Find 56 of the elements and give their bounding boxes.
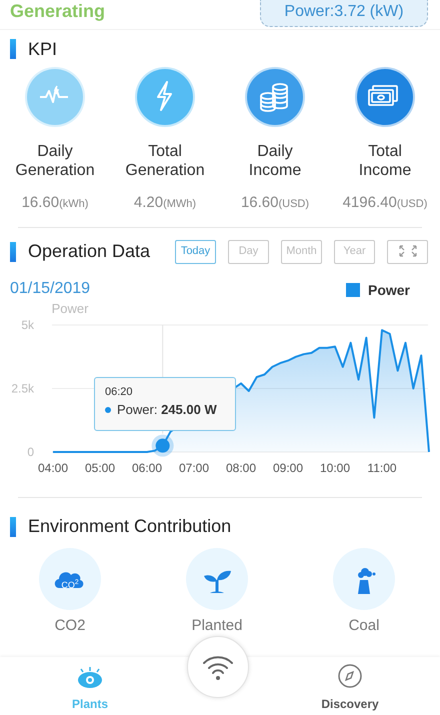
y-tick-label: 2.5k: [11, 381, 34, 395]
period-tab[interactable]: Year: [334, 240, 375, 264]
kpi-value: 4.20(MWh): [134, 193, 196, 213]
section-title: KPI: [28, 38, 58, 60]
status-text: Generating: [10, 0, 106, 22]
nav-tab[interactable]: Plants: [40, 657, 140, 715]
period-tab[interactable]: Month: [281, 240, 322, 264]
x-tick-label: 08:00: [226, 460, 256, 474]
x-tick-label: 11:00: [367, 460, 397, 474]
contribution-label: Coal: [348, 616, 380, 634]
x-tick-label: 06:00: [132, 460, 162, 474]
date-label: 01/15/2019: [10, 278, 90, 298]
data-point[interactable]: [152, 434, 174, 456]
kpi-label: Total Generation: [125, 142, 205, 180]
expand-button[interactable]: [387, 240, 428, 264]
chimney-icon: [358, 568, 376, 594]
banknote-icon: [354, 66, 416, 128]
kpi-label: Total Income: [358, 142, 412, 180]
kpi-label: Daily Income: [248, 142, 302, 180]
icon-text: CO$^{2}$: [61, 580, 79, 590]
wifi-button[interactable]: [187, 636, 249, 698]
power-badge: Power:3.72 (kW): [260, 0, 428, 27]
legend-label: Power: [368, 280, 410, 300]
x-tick-label: 10:00: [320, 460, 350, 474]
kpi-value: 4196.40(USD): [342, 193, 428, 213]
kpi-value: 16.60(kWh): [22, 193, 88, 213]
pulse-icon: [24, 66, 86, 128]
sprout-icon: [204, 570, 231, 592]
kpi-label: Daily Generation: [15, 142, 95, 180]
period-tab[interactable]: Today: [175, 240, 216, 264]
legend-dot: [105, 406, 111, 413]
x-tick-label: 07:00: [178, 460, 210, 474]
y-tick-label: 5k: [21, 318, 34, 332]
axis-title: Power: [52, 300, 88, 316]
section-marker: [10, 39, 16, 59]
cloud-icon: [54, 572, 84, 588]
contribution-label: Planted: [192, 616, 242, 634]
lightning-icon: [134, 66, 196, 128]
section-marker: [10, 242, 16, 262]
x-tick-label: 04:00: [38, 460, 68, 474]
coins-icon: [244, 66, 306, 128]
section-title: Operation Data: [28, 240, 150, 263]
y-tick-label: 0: [27, 444, 34, 458]
x-tick-label: 09:00: [272, 460, 304, 474]
tooltip-value: Power: 245.00 W: [117, 401, 217, 419]
expand-icon: [398, 244, 418, 258]
section-marker: [10, 516, 16, 536]
nav-tab[interactable]: Discovery: [300, 657, 400, 715]
x-tick-label: 05:00: [84, 460, 116, 474]
contribution-label: CO2: [54, 616, 86, 634]
section-title: Environment Contribution: [28, 515, 232, 538]
compass-icon: [338, 664, 362, 688]
eye-icon: [78, 666, 102, 688]
kpi-value: 16.60(USD): [240, 193, 310, 213]
tooltip-time: 06:20: [105, 384, 134, 400]
period-tab[interactable]: Day: [228, 240, 269, 264]
